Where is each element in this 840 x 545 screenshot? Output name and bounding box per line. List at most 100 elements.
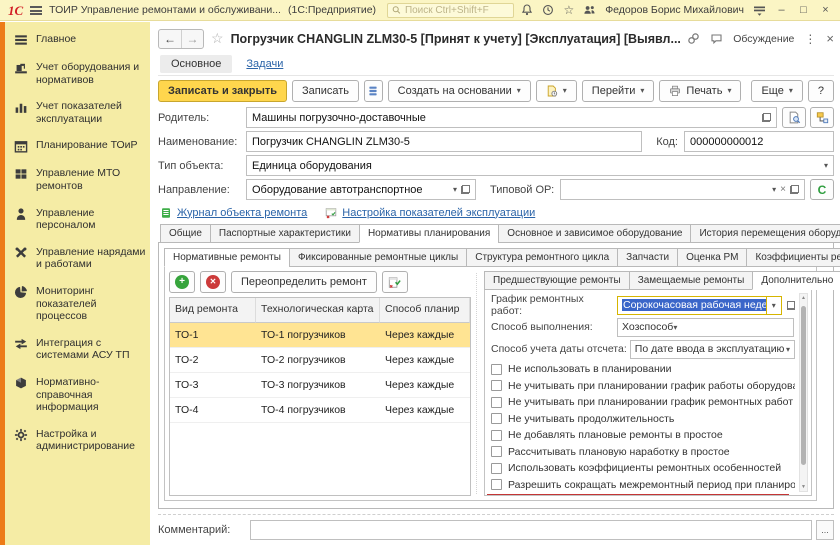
repairs-table[interactable]: Вид ремонта Технологическая карта Способ…: [169, 297, 471, 496]
tab-repair-cycle-structure[interactable]: Структура ремонтного цикла: [466, 248, 618, 267]
checkbox-icon[interactable]: [491, 364, 502, 375]
help-button[interactable]: ?: [808, 80, 834, 102]
open-icon[interactable]: [762, 113, 771, 122]
checkbox-row[interactable]: Не учитывать при планировании график раб…: [491, 378, 795, 395]
open-icon[interactable]: [461, 185, 470, 194]
verify-table-button[interactable]: [382, 271, 408, 293]
open-icon[interactable]: [787, 301, 795, 310]
sidebar-item-settings[interactable]: Настройка и администрирование: [5, 421, 150, 460]
checkbox-row[interactable]: Не использовать в планировании: [491, 361, 795, 378]
execution-method-field[interactable]: Хозспособ ▾: [617, 318, 794, 337]
save-button[interactable]: Записать: [292, 80, 359, 102]
table-cell[interactable]: ТО-2: [170, 348, 256, 373]
tab-fixed-repair-cycles[interactable]: Фиксированные ремонтные циклы: [289, 248, 467, 267]
date-mode-field[interactable]: По дате ввода в эксплуатацию или последн…: [630, 340, 795, 359]
details-scrollbar[interactable]: ▲ ▼: [799, 293, 808, 492]
maximize-window-icon[interactable]: □: [797, 5, 810, 16]
print-button[interactable]: Печать▾: [659, 80, 741, 102]
checkbox-row[interactable]: Не учитывать при планировании график рем…: [491, 394, 795, 411]
typical-or-field[interactable]: ▾×: [560, 179, 805, 200]
favorites-star-icon[interactable]: ☆: [563, 4, 574, 16]
table-cell[interactable]: Через каждые: [380, 398, 470, 423]
checkbox-row[interactable]: Разрешить сокращать межремонтный период …: [491, 477, 795, 494]
tab-spare-parts[interactable]: Запчасти: [617, 248, 678, 267]
create-based-button[interactable]: Создать на основании▾: [388, 80, 531, 102]
close-window-icon[interactable]: ×: [819, 5, 832, 16]
pane-splitter[interactable]: [471, 273, 477, 494]
refresh-button[interactable]: C: [810, 179, 834, 200]
tab-rm-estimate[interactable]: Оценка РМ: [677, 248, 747, 267]
scrollbar-thumb[interactable]: [801, 306, 806, 465]
checkbox-row[interactable]: Не учитывать продолжительность: [491, 411, 795, 428]
scroll-down-icon[interactable]: ▼: [800, 483, 807, 491]
tab-repair-feature-coefficients[interactable]: Коэффициенты ремонтных осо...: [746, 248, 840, 267]
column-header-tech-card[interactable]: Технологическая карта: [256, 298, 380, 323]
checkbox-icon[interactable]: [491, 380, 502, 391]
hierarchy-button[interactable]: [810, 107, 834, 128]
tab-movement-history[interactable]: История перемещения оборудования: [690, 224, 840, 243]
current-user-name[interactable]: Федоров Борис Михайлович: [605, 4, 744, 16]
checkbox-icon[interactable]: [491, 479, 502, 490]
column-header-planning-method[interactable]: Способ планир: [380, 298, 470, 323]
schedule-dropdown-button[interactable]: ▾: [767, 296, 782, 315]
more-button[interactable]: Еще▾: [751, 80, 802, 102]
tab-normative-repairs[interactable]: Нормативные ремонты: [164, 248, 290, 267]
object-type-field[interactable]: Единица оборудования ▾: [246, 155, 834, 176]
close-form-icon[interactable]: ×: [826, 31, 834, 46]
table-cell[interactable]: Через каждые: [380, 373, 470, 398]
direction-field[interactable]: Оборудование автотранспортное ▾: [246, 179, 476, 200]
view-document-button[interactable]: [782, 107, 806, 128]
redefine-repair-button[interactable]: Переопределить ремонт: [231, 271, 377, 293]
forward-icon[interactable]: →: [181, 30, 203, 48]
panel-settings-icon[interactable]: [753, 5, 766, 16]
favorite-star-icon[interactable]: ☆: [211, 30, 224, 47]
table-cell[interactable]: ТО-1: [170, 323, 256, 348]
sidebar-item-planning[interactable]: Планирование ТОиР: [5, 132, 150, 160]
sidebar-item-workorders[interactable]: Управление нарядами и работами: [5, 239, 150, 278]
tab-tasks[interactable]: Задачи: [246, 58, 283, 70]
table-cell[interactable]: ТО-2 погрузчиков: [256, 348, 380, 373]
checkbox-icon[interactable]: [491, 446, 502, 457]
more-actions-icon[interactable]: ⋮: [804, 32, 816, 46]
main-menu-icon[interactable]: [30, 6, 42, 15]
history-icon[interactable]: [542, 4, 554, 16]
checkbox-icon[interactable]: [491, 463, 502, 474]
table-cell[interactable]: ТО-4 погрузчиков: [256, 398, 380, 423]
checkbox-row[interactable]: Не добавлять плановые ремонты в простое: [491, 427, 795, 444]
global-search-input[interactable]: [405, 5, 510, 16]
document-history-button[interactable]: ▾: [536, 80, 577, 102]
discussion-label[interactable]: Обсуждение: [733, 33, 794, 45]
discussion-icon[interactable]: [710, 33, 723, 45]
sidebar-item-integration[interactable]: Интеграция с системами АСУ ТП: [5, 330, 150, 369]
back-icon[interactable]: ←: [159, 30, 181, 48]
name-field[interactable]: Погрузчик CHANGLIN ZLM30-5: [246, 131, 642, 152]
report-button[interactable]: [364, 80, 383, 102]
global-search-box[interactable]: [387, 3, 514, 18]
table-cell[interactable]: Через каждые: [380, 323, 470, 348]
checkbox-icon[interactable]: [491, 413, 502, 424]
column-header-repair-type[interactable]: Вид ремонта: [170, 298, 256, 323]
clear-icon[interactable]: ×: [780, 185, 786, 195]
tab-common[interactable]: Общие: [160, 224, 211, 243]
checkbox-icon[interactable]: [491, 397, 502, 408]
dropdown-icon[interactable]: ▾: [772, 185, 776, 194]
tab-replaced-repairs[interactable]: Замещаемые ремонты: [629, 271, 754, 290]
open-icon[interactable]: [790, 185, 799, 194]
table-cell[interactable]: Через каждые: [380, 348, 470, 373]
comment-input[interactable]: [250, 520, 812, 540]
dropdown-icon[interactable]: ▾: [453, 185, 457, 194]
tab-preceding-repairs[interactable]: Предшествующие ремонты: [484, 271, 630, 290]
dropdown-icon[interactable]: ▾: [824, 161, 828, 170]
tab-additional[interactable]: Дополнительно: [752, 271, 840, 290]
tab-main[interactable]: Основное: [160, 55, 232, 73]
add-row-button[interactable]: +: [169, 271, 195, 293]
table-cell[interactable]: ТО-1 погрузчиков: [256, 323, 380, 348]
parent-field[interactable]: Машины погрузочно-доставочные: [246, 107, 777, 128]
scroll-up-icon[interactable]: ▲: [800, 294, 807, 302]
tab-main-dependent-equipment[interactable]: Основное и зависимое оборудование: [498, 224, 691, 243]
goto-button[interactable]: Перейти▾: [582, 80, 655, 102]
users-icon[interactable]: [583, 4, 596, 16]
table-cell[interactable]: ТО-3: [170, 373, 256, 398]
dropdown-icon[interactable]: ▾: [786, 345, 790, 354]
repair-schedule-field[interactable]: Сорокочасовая рабочая неделя: [617, 296, 767, 315]
